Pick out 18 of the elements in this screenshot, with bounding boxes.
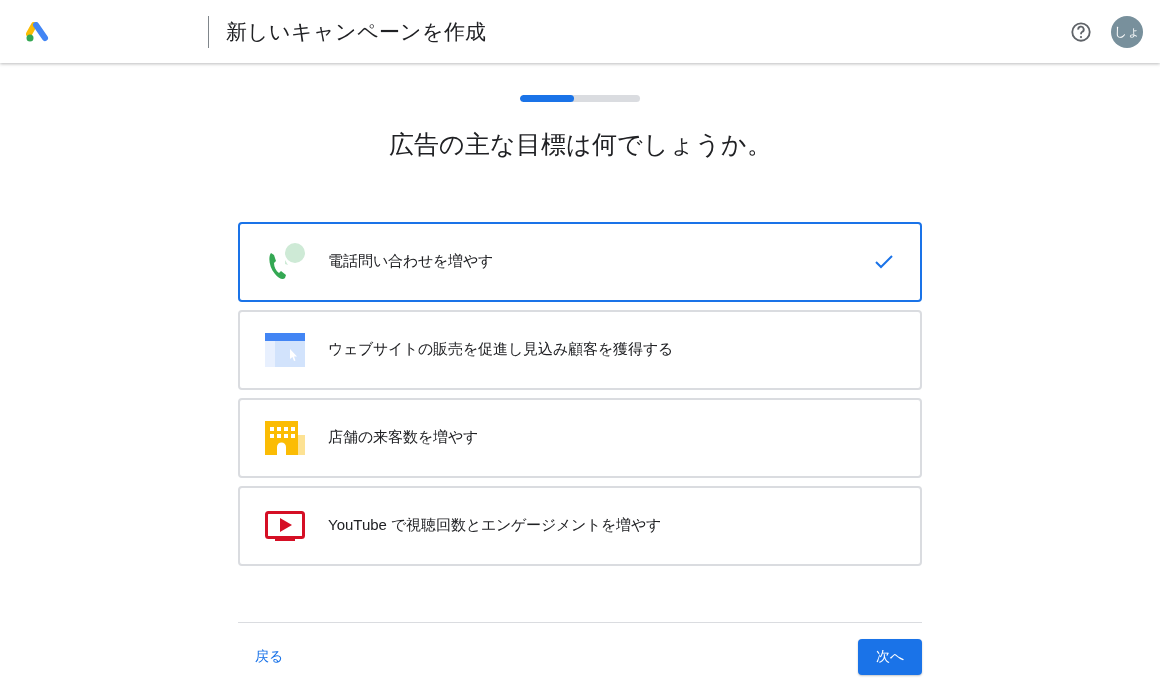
goal-label: 店舗の来客数を増やす (328, 427, 479, 448)
goal-option[interactable]: 電話問い合わせを増やす (238, 221, 922, 302)
goal-option[interactable]: 店舗の来客数を増やす (238, 397, 922, 478)
page-title: 新しいキャンペーンを作成 (226, 18, 486, 45)
question-heading: 広告の主な目標は何でしょうか。 (388, 129, 772, 160)
building-icon (265, 420, 305, 455)
goal-option[interactable]: ウェブサイトの販売を促進し見込み顧客を獲得する (238, 309, 922, 390)
goal-label: YouTube で視聴回数とエンゲージメントを増やす (328, 515, 663, 536)
goal-option[interactable]: YouTube で視聴回数とエンゲージメントを増やす (238, 485, 922, 566)
goal-label: ウェブサイトの販売を促進し見込み顧客を獲得する (328, 339, 674, 360)
goal-label: 電話問い合わせを増やす (328, 251, 494, 272)
next-button[interactable]: 次へ (858, 638, 922, 675)
check-icon (874, 253, 894, 270)
video-player-icon (265, 510, 305, 541)
browser-window-with-cursor-icon (265, 332, 305, 367)
help-icon[interactable] (1070, 20, 1092, 43)
logo-icon (26, 21, 50, 42)
back-link[interactable]: 戻る (255, 646, 283, 667)
